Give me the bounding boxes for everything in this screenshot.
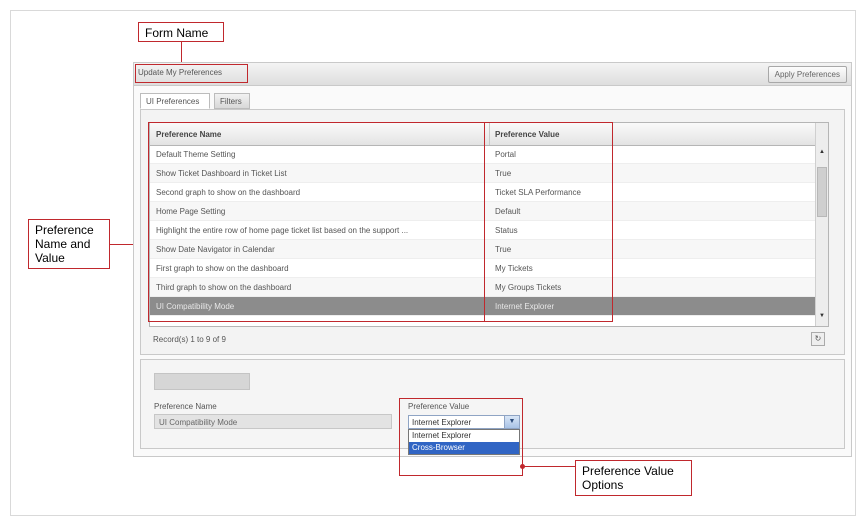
- cell-name: First graph to show on the dashboard: [156, 264, 289, 273]
- cell-name: Default Theme Setting: [156, 150, 236, 159]
- cell-value: Default: [495, 207, 521, 216]
- cell-value: True: [495, 245, 512, 254]
- preference-value-select[interactable]: Internet Explorer ▼: [408, 415, 520, 429]
- column-header-value[interactable]: Preference Value: [495, 130, 559, 139]
- cell-value: Portal: [495, 150, 516, 159]
- apply-preferences-button[interactable]: Apply Preferences: [767, 66, 847, 83]
- cell-name: Home Page Setting: [156, 207, 226, 216]
- grid-header: Preference Name Preference Value: [150, 123, 828, 146]
- cell-value: Ticket SLA Performance: [495, 188, 581, 197]
- scroll-up-arrow-icon[interactable]: ▲: [817, 145, 827, 159]
- cell-name: UI Compatibility Mode: [156, 302, 235, 311]
- cell-name: Show Date Navigator in Calendar: [156, 245, 275, 254]
- callout-line-1: Preference Value: [582, 464, 674, 478]
- tab-filters[interactable]: Filters: [214, 93, 250, 109]
- callout-line-3: Value: [35, 251, 65, 265]
- cell-value: Internet Explorer: [495, 302, 555, 311]
- form-title: Update My Preferences: [138, 68, 223, 77]
- select-value: Internet Explorer: [412, 418, 472, 427]
- highlight-column-divider: [484, 122, 485, 322]
- scroll-down-arrow-icon[interactable]: ▼: [817, 309, 827, 323]
- callout-form-name-text: Form Name: [145, 26, 209, 40]
- cell-name: Third graph to show on the dashboard: [156, 283, 292, 292]
- column-header-name[interactable]: Preference Name: [156, 130, 221, 139]
- chevron-down-icon[interactable]: ▼: [504, 416, 519, 428]
- cell-value: My Groups Tickets: [495, 283, 562, 292]
- column-divider: [489, 123, 490, 145]
- preference-name-label: Preference Name: [154, 402, 217, 411]
- cell-name: Show Ticket Dashboard in Ticket List: [156, 169, 287, 178]
- callout-line-2: Options: [582, 478, 624, 492]
- form-header: Update My Preferences Apply Preferences: [134, 63, 851, 86]
- cell-value: True: [495, 169, 512, 178]
- save-preference-button[interactable]: Save Preference: [154, 373, 250, 390]
- scroll-thumb[interactable]: [817, 167, 827, 217]
- cell-name: Highlight the entire row of home page ti…: [156, 226, 409, 235]
- preference-value-label: Preference Value: [408, 402, 470, 411]
- preferences-form: Update My Preferences Apply Preferences …: [133, 62, 852, 457]
- refresh-icon[interactable]: ↻: [811, 332, 825, 346]
- preference-value-options: Internet Explorer Cross-Browser: [408, 429, 520, 455]
- record-count: Record(s) 1 to 9 of 9: [153, 335, 226, 344]
- tab-content: Preference Name Preference Value Default…: [140, 109, 845, 355]
- option-internet-explorer[interactable]: Internet Explorer: [409, 430, 519, 442]
- preference-editor: Save Preference Preference Name UI Compa…: [140, 359, 845, 455]
- callout-name-and-value: Preference Name and Value: [28, 219, 110, 269]
- callout-connector: [523, 466, 575, 467]
- callout-line-1: Preference: [35, 223, 94, 237]
- tab-ui-preferences[interactable]: UI Preferences: [140, 93, 210, 109]
- grid-scrollbar[interactable]: ▲ ▼: [815, 123, 828, 326]
- cell-value: My Tickets: [495, 264, 533, 273]
- grid-pager: Record(s) 1 to 9 of 9 ↻: [149, 330, 829, 348]
- option-cross-browser[interactable]: Cross-Browser: [409, 442, 519, 454]
- cell-value: Status: [495, 226, 518, 235]
- preference-name-field: UI Compatibility Mode: [154, 414, 392, 429]
- callout-line-2: Name and: [35, 237, 91, 251]
- callout-connector-dot: [520, 464, 525, 469]
- callout-value-options: Preference Value Options: [575, 460, 692, 496]
- cell-name: Second graph to show on the dashboard: [156, 188, 301, 197]
- callout-form-name: Form Name: [138, 22, 224, 42]
- preferences-grid: Preference Name Preference Value Default…: [149, 122, 829, 327]
